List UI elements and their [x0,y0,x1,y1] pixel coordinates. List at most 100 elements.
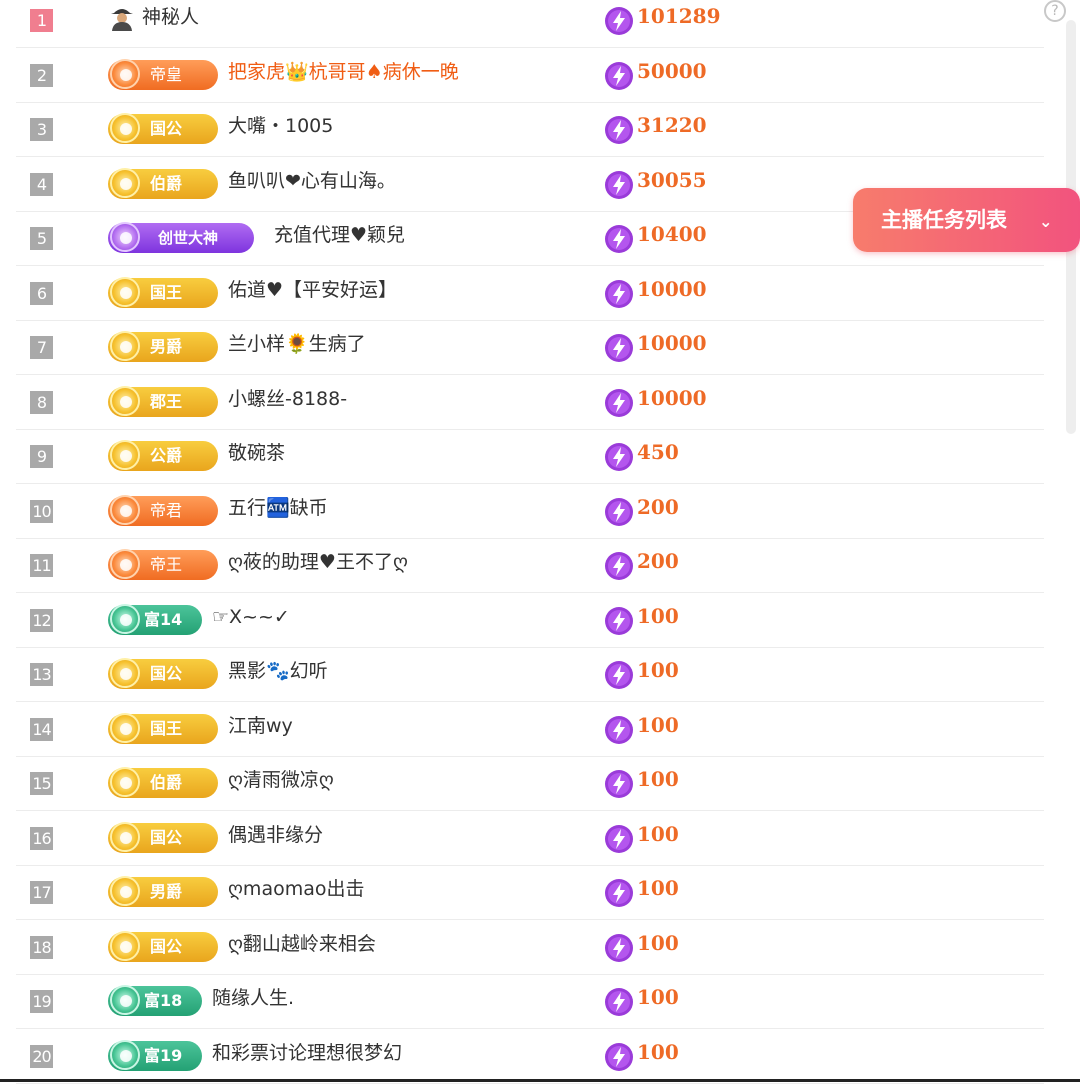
rank-number: 13 [30,663,53,686]
medal-icon [110,386,140,416]
rank-badge[interactable]: 帝王 [108,549,218,580]
leaderboard-row[interactable]: 17 男爵 ღmaomao出击 100 [16,866,1044,920]
rank-badge[interactable]: 郡王 [108,386,218,417]
leaderboard-row[interactable]: 19 富18 随缘人生. 100 [16,975,1044,1029]
user-name[interactable]: ღmaomao出击 [228,866,365,920]
user-name[interactable]: ღ莜的助理♥王不了ღ [228,539,408,593]
badge-label: 国王 [150,719,183,738]
rank-badge[interactable]: 帝皇 [108,59,218,90]
contribution-amount: 100 [637,822,679,846]
rank-badge[interactable]: 国王 [108,277,218,308]
contribution-amount: 100 [637,767,679,791]
contribution-amount: 101289 [637,4,721,28]
badge-label: 帝皇 [150,65,183,84]
user-name[interactable]: 黑影🐾幻听 [228,648,328,702]
badge-label: 国公 [150,664,183,683]
leaderboard-row[interactable]: 2 帝皇 把家虎👑杭哥哥♠病休一晚 50000 [16,49,1044,103]
user-name[interactable]: 敬碗茶 [228,430,285,484]
rank-badge[interactable]: 国公 [108,113,218,144]
user-name[interactable]: 随缘人生. [212,975,294,1029]
rank-number: 10 [30,500,53,523]
leaderboard-row[interactable]: 8 郡王 小螺丝-8188- 10000 [16,376,1044,430]
lightning-coin-icon [605,62,633,90]
leaderboard-row[interactable]: 15 伯爵 ღ清雨微凉ღ 100 [16,757,1044,811]
leaderboard-row[interactable]: 9 公爵 敬碗茶 450 [16,430,1044,484]
leaderboard-row[interactable]: 10 帝君 五行🏧缺币 200 [16,485,1044,539]
user-name[interactable]: 大嘴・1005 [228,103,333,157]
rank-badge[interactable]: 国公 [108,931,218,962]
leaderboard-row[interactable]: 6 国王 佑道♥【平安好运】 10000 [16,267,1044,321]
rank-badge[interactable]: 富14 [108,604,202,635]
leaderboard-row[interactable]: 12 富14 ☞X~~✓ 100 [16,594,1044,648]
user-name[interactable]: 鱼叭叭❤心有山海。 [228,158,396,212]
rank-badge[interactable]: 创世大神 [108,222,254,253]
user-name[interactable]: 佑道♥【平安好运】 [228,267,397,321]
rank-badge[interactable]: 富19 [108,1040,202,1071]
contribution-amount: 450 [637,440,679,464]
user-name[interactable]: 把家虎👑杭哥哥♠病休一晚 [228,49,459,103]
rank-badge[interactable]: 伯爵 [108,767,218,798]
rank-badge[interactable]: 国王 [108,713,218,744]
leaderboard-row[interactable]: 1 神秘人 101289 [16,0,1044,48]
rank-number: 20 [30,1045,53,1068]
rank-number: 6 [30,282,53,305]
rank-badge[interactable]: 公爵 [108,440,218,471]
medal-icon [110,876,140,906]
medal-icon [110,931,140,961]
user-name[interactable]: 偶遇非缘分 [228,812,323,866]
leaderboard-row[interactable]: 16 国公 偶遇非缘分 100 [16,812,1044,866]
medal-icon [110,985,140,1015]
lightning-coin-icon [605,661,633,689]
user-name[interactable]: 江南wy [228,703,293,757]
badge-label: 国公 [150,828,183,847]
contribution-amount: 30055 [637,168,707,192]
user-name[interactable]: ☞X~~✓ [212,594,290,648]
medal-icon [110,59,140,89]
rank-number: 5 [30,227,53,250]
leaderboard-row[interactable]: 3 国公 大嘴・1005 31220 [16,103,1044,157]
leaderboard-row[interactable]: 18 国公 ღ翻山越岭来相会 100 [16,921,1044,975]
rank-badge[interactable]: 伯爵 [108,168,218,199]
contribution-amount: 100 [637,876,679,900]
leaderboard-row[interactable]: 11 帝王 ღ莜的助理♥王不了ღ 200 [16,539,1044,593]
help-icon[interactable]: ? [1044,0,1066,22]
rank-number: 4 [30,173,53,196]
lightning-coin-icon [605,389,633,417]
badge-label: 伯爵 [150,174,183,193]
user-name[interactable]: ღ清雨微凉ღ [228,757,334,811]
rank-badge[interactable]: 国公 [108,658,218,689]
rank-badge[interactable]: 帝君 [108,495,218,526]
rank-badge[interactable]: 男爵 [108,876,218,907]
lightning-coin-icon [605,607,633,635]
badge-label: 富18 [144,991,183,1010]
medal-icon [110,822,140,852]
leaderboard-row[interactable]: 14 国王 江南wy 100 [16,703,1044,757]
user-name[interactable]: 小螺丝-8188- [228,376,347,430]
badge-label: 国王 [150,283,183,302]
rank-number: 9 [30,445,53,468]
rank-badge[interactable]: 国公 [108,822,218,853]
streamer-task-list-button[interactable]: 主播任务列表 ⌄ [853,188,1080,252]
user-name[interactable]: 神秘人 [142,0,199,48]
leaderboard-row[interactable]: 13 国公 黑影🐾幻听 100 [16,648,1044,702]
badge-label: 国公 [150,119,183,138]
badge-label: 郡王 [150,392,183,411]
rank-number: 16 [30,827,53,850]
user-name[interactable]: 五行🏧缺币 [228,485,328,539]
rank-badge[interactable]: 男爵 [108,331,218,362]
user-name[interactable]: 兰小样🌻生病了 [228,321,366,375]
lightning-coin-icon [605,934,633,962]
medal-icon [110,1040,140,1070]
user-name[interactable]: 和彩票讨论理想很梦幻 [212,1030,402,1084]
badge-label: 男爵 [150,337,183,356]
user-name[interactable]: 充值代理♥颖兒 [274,212,405,266]
rank-badge[interactable]: 富18 [108,985,202,1016]
leaderboard-row[interactable]: 7 男爵 兰小样🌻生病了 10000 [16,321,1044,375]
rank-number: 11 [30,554,53,577]
lightning-coin-icon [605,552,633,580]
contribution-amount: 100 [637,658,679,682]
leaderboard-row[interactable]: 20 富19 和彩票讨论理想很梦幻 100 [16,1030,1044,1084]
user-name[interactable]: ღ翻山越岭来相会 [228,921,376,975]
contribution-amount: 200 [637,495,679,519]
medal-icon [110,440,140,470]
